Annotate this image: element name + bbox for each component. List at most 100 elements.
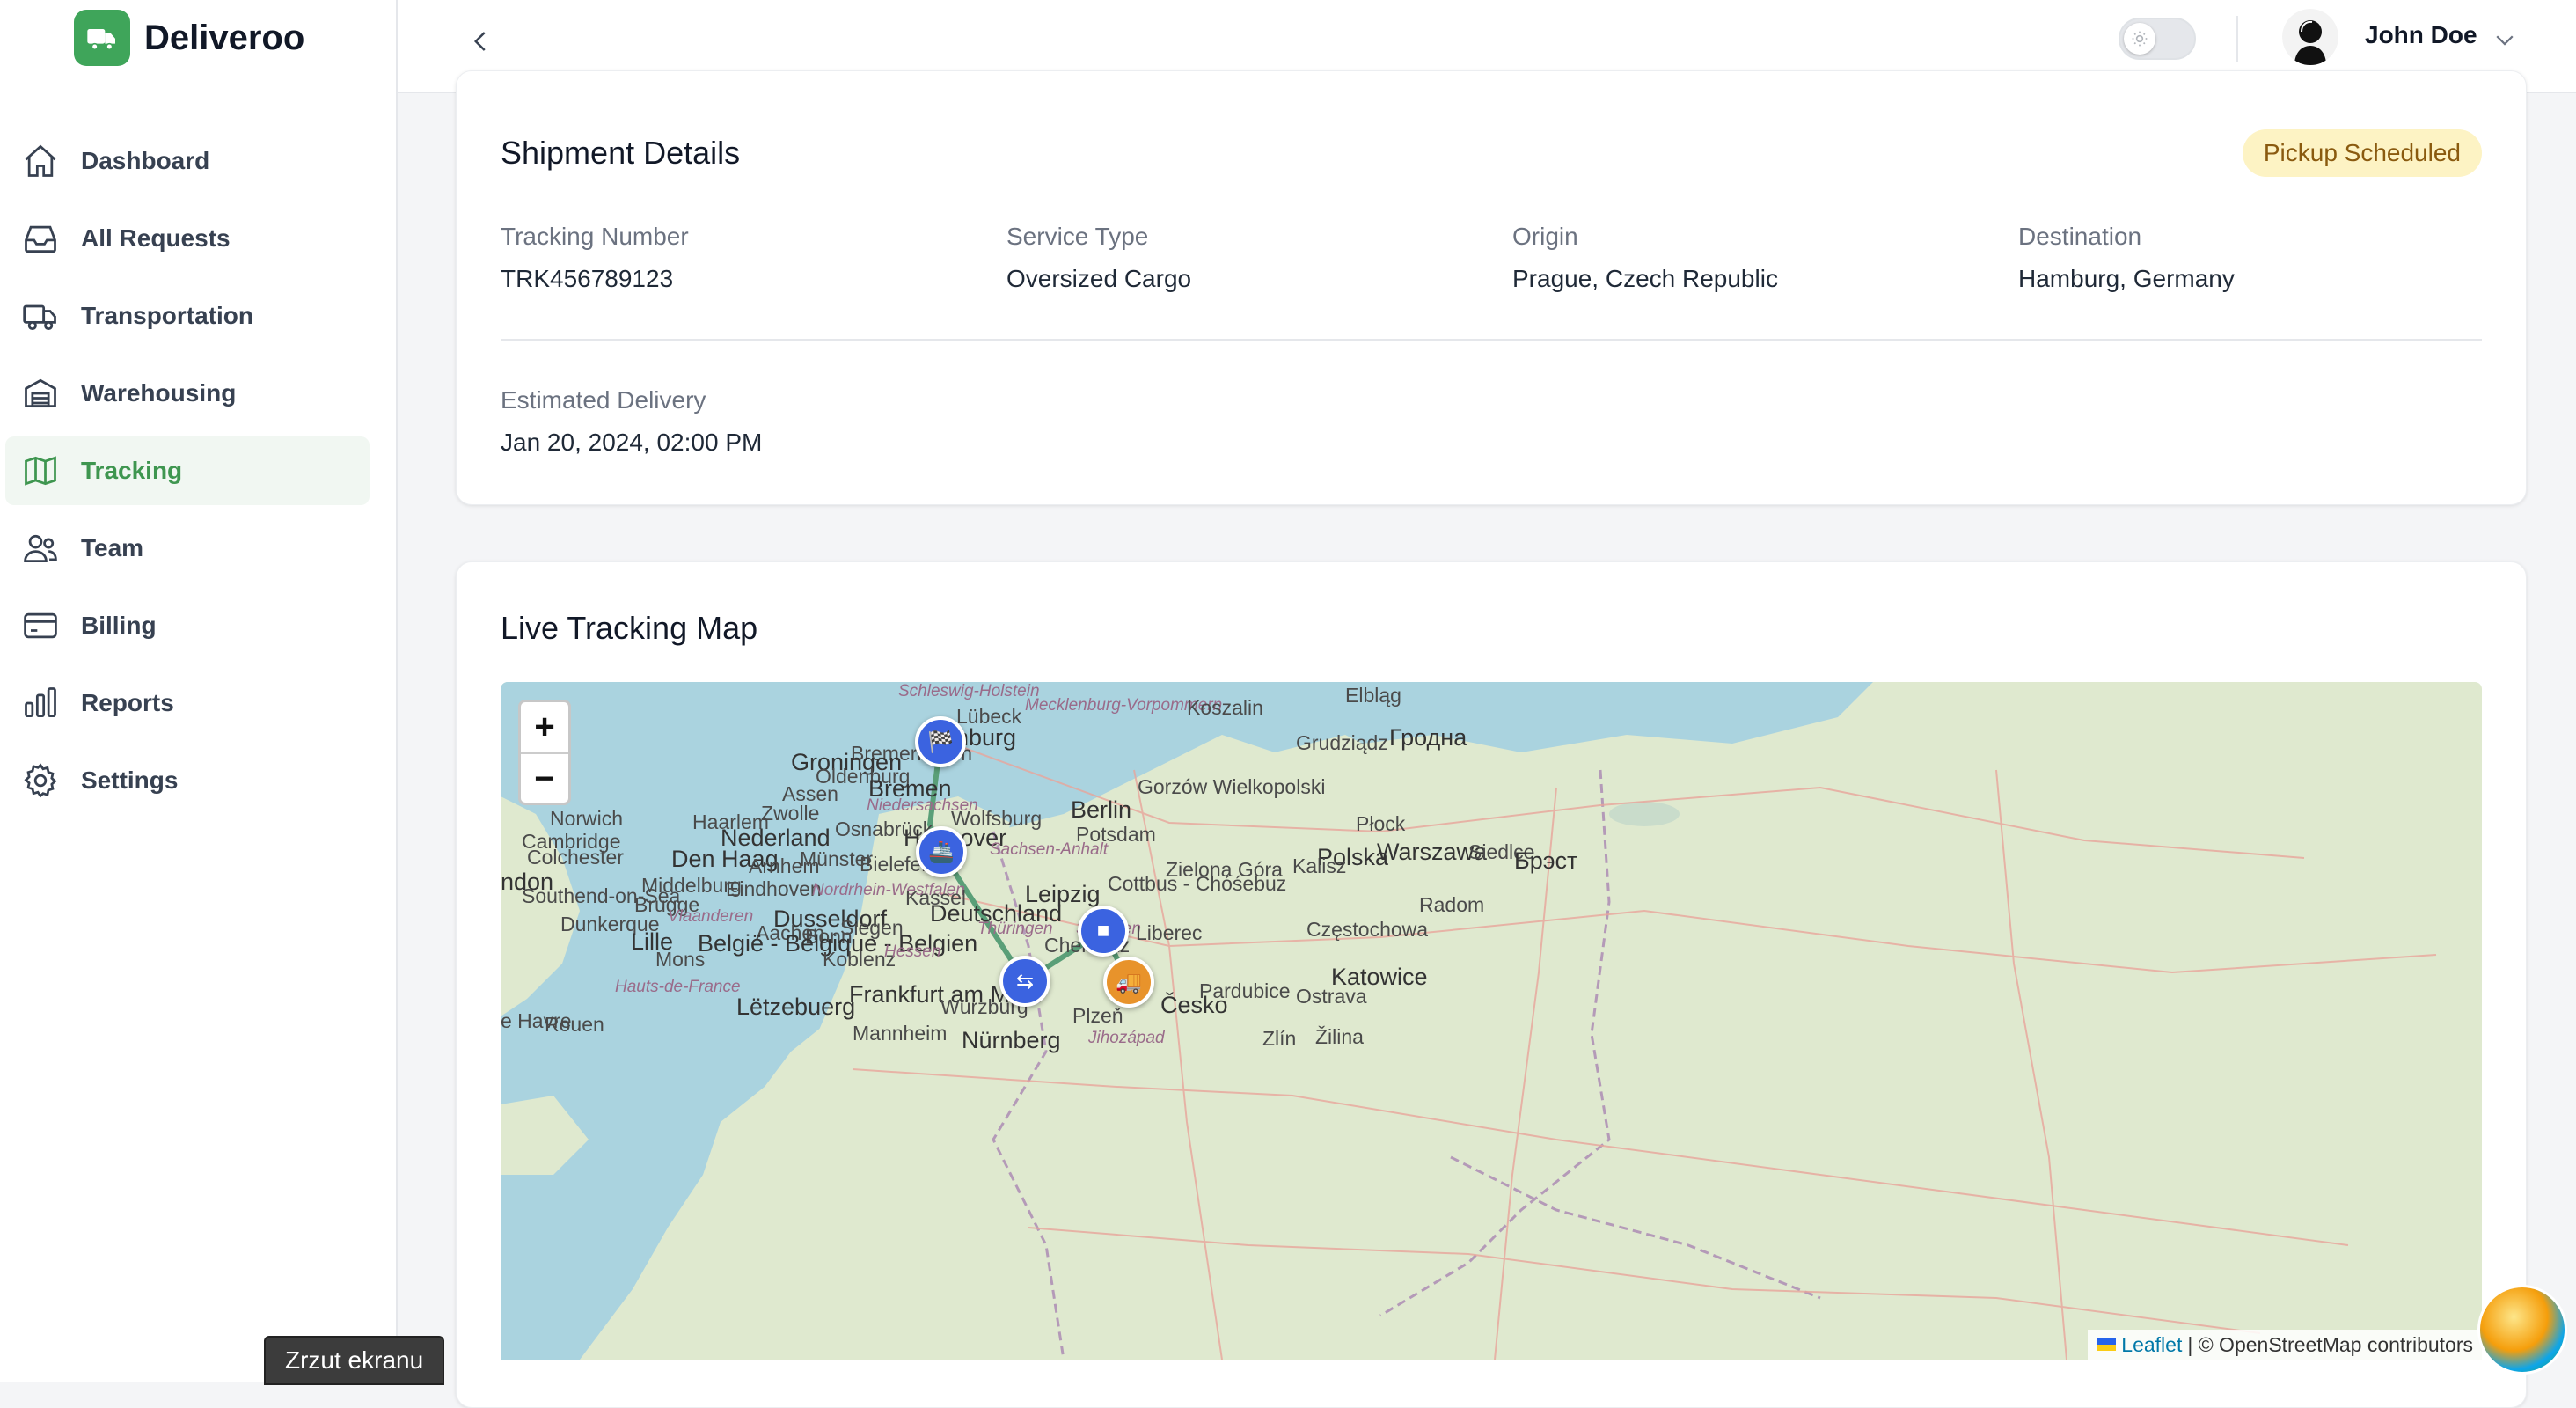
chevron-down-icon[interactable] xyxy=(2492,26,2518,53)
map-label: Vlaanderen xyxy=(668,907,754,926)
truck-icon xyxy=(23,304,56,331)
service-type-value: Oversized Cargo xyxy=(1006,265,1192,292)
pickup-marker[interactable]: ■ xyxy=(1078,906,1129,957)
map-label: Cottbus - Chóśebuz xyxy=(1108,872,1287,895)
map-label: Sachsen-Anhalt xyxy=(990,840,1109,859)
map-label: Norwich xyxy=(550,807,624,830)
current-truck-marker[interactable]: 🚚 xyxy=(1103,957,1154,1008)
sidebar-item-label: Billing xyxy=(81,612,157,639)
sidebar-item-label: Transportation xyxy=(81,302,254,329)
ship-marker[interactable]: 🚢 xyxy=(916,826,967,877)
brand[interactable]: Deliveroo xyxy=(74,9,304,67)
sidebar-item-warehousing[interactable]: Warehousing xyxy=(5,359,370,428)
map-label: Płock xyxy=(1356,812,1406,835)
theme-toggle[interactable] xyxy=(2119,18,2196,60)
sidebar-item-label: Warehousing xyxy=(81,379,237,407)
service-type-label: Service Type xyxy=(1006,223,1149,250)
sidebar-item-label: Dashboard xyxy=(81,147,210,174)
sidebar-item-reports[interactable]: Reports xyxy=(5,669,370,737)
map-label: Radom xyxy=(1419,893,1485,916)
map-label: Grudziądz xyxy=(1296,731,1388,754)
tracking-map[interactable]: Schleswig-Holstein Lübeck Mecklenburg-Vo… xyxy=(501,682,2482,1360)
sidebar-item-label: Reports xyxy=(81,689,174,716)
map-label: Hauts-de-France xyxy=(615,978,741,996)
bar-chart-icon xyxy=(25,687,56,718)
map-label: Nürnberg xyxy=(962,1027,1061,1053)
sidebar-item-label: All Requests xyxy=(81,224,231,252)
estimated-delivery-label: Estimated Delivery xyxy=(501,386,706,414)
back-button[interactable] xyxy=(459,19,503,63)
map-label: Schleswig-Holstein xyxy=(898,682,1040,700)
sidebar-item-settings[interactable]: Settings xyxy=(5,746,370,815)
map-label: Žilina xyxy=(1315,1025,1364,1048)
status-badge: Pickup Scheduled xyxy=(2242,129,2482,177)
map-label: Брэст xyxy=(1514,847,1578,874)
sidebar-nav: Dashboard All Requests Transportation Wa… xyxy=(5,127,370,824)
screenshot-tooltip: Zrzut ekranu xyxy=(264,1336,445,1385)
header-divider xyxy=(2236,16,2238,62)
sidebar-item-transportation[interactable]: Transportation xyxy=(5,282,370,350)
osm-attribution[interactable]: | © OpenStreetMap contributors xyxy=(2187,1333,2473,1357)
origin-label: Origin xyxy=(1512,223,1578,250)
sidebar-item-label: Tracking xyxy=(81,457,183,484)
map-label: Koszalin xyxy=(1187,696,1263,719)
map-label: Mons xyxy=(655,948,706,971)
map-label: Elbląg xyxy=(1345,684,1401,707)
sidebar-item-tracking[interactable]: Tracking xyxy=(5,436,370,505)
gear-icon xyxy=(24,763,57,798)
map-attribution: Leaflet | © OpenStreetMap contributors xyxy=(2088,1330,2482,1360)
inbox-icon xyxy=(25,225,56,253)
map-label: Česko xyxy=(1160,992,1228,1018)
truck-logo-icon xyxy=(74,10,130,66)
shipment-details-title: Shipment Details xyxy=(501,135,741,171)
zoom-out-button[interactable]: − xyxy=(521,752,568,804)
map-label: Lëtzebuerg xyxy=(736,994,856,1020)
beach-ball-icon[interactable] xyxy=(2477,1285,2567,1375)
map-label: Plzeň xyxy=(1072,1004,1123,1027)
map-label: Jihozápad xyxy=(1088,1029,1165,1047)
shipment-details-card: Shipment Details Pickup Scheduled Tracki… xyxy=(456,70,2527,505)
map-label: Гродна xyxy=(1389,724,1467,751)
map-label: Mannheim xyxy=(853,1022,948,1045)
details-divider xyxy=(501,339,2482,341)
map-label: Thüringen xyxy=(977,920,1053,938)
live-tracking-map-title: Live Tracking Map xyxy=(501,610,758,646)
warehouse-icon xyxy=(25,378,56,408)
tracking-number-label: Tracking Number xyxy=(501,223,689,250)
sidebar-item-all-requests[interactable]: All Requests xyxy=(5,204,370,273)
users-icon xyxy=(24,534,57,563)
ukraine-flag-icon xyxy=(2097,1338,2117,1351)
map-label: Częstochowa xyxy=(1306,918,1429,941)
sidebar-item-label: Settings xyxy=(81,766,179,794)
chevron-left-icon xyxy=(473,32,486,51)
destination-flag-marker[interactable]: 🏁 xyxy=(915,716,966,767)
map-label: Hessen xyxy=(884,942,941,961)
map-label: Gorzów Wielkopolski xyxy=(1138,775,1326,798)
map-label: Colchester xyxy=(527,846,624,869)
credit-card-icon xyxy=(24,612,57,639)
map-label: Arnhem xyxy=(749,854,820,877)
sidebar-item-label: Team xyxy=(81,534,144,561)
leaflet-link[interactable]: Leaflet xyxy=(2121,1333,2182,1357)
map-label: Liberec xyxy=(1136,921,1203,944)
origin-value: Prague, Czech Republic xyxy=(1512,265,1778,292)
sidebar: Deliveroo Dashboard All Requests Transpo… xyxy=(0,0,398,1382)
sun-icon xyxy=(2124,23,2155,55)
forklift-marker[interactable]: ⇆ xyxy=(999,956,1050,1007)
sidebar-item-dashboard[interactable]: Dashboard xyxy=(5,127,370,195)
sidebar-item-billing[interactable]: Billing xyxy=(5,591,370,660)
avatar[interactable] xyxy=(2282,9,2338,65)
destination-label: Destination xyxy=(2018,223,2142,250)
zoom-in-button[interactable]: + xyxy=(521,702,568,752)
tracking-number-value: TRK456789123 xyxy=(501,265,674,292)
map-label: Berlin xyxy=(1071,796,1132,823)
user-name[interactable]: John Doe xyxy=(2365,21,2477,49)
map-label: Zlín xyxy=(1262,1027,1297,1050)
brand-name: Deliveroo xyxy=(144,18,305,57)
map-icon xyxy=(25,456,56,486)
sidebar-item-team[interactable]: Team xyxy=(5,514,370,583)
map-label: Zwolle xyxy=(761,802,820,825)
destination-value: Hamburg, Germany xyxy=(2018,265,2235,292)
estimated-delivery-value: Jan 20, 2024, 02:00 PM xyxy=(501,429,763,456)
zoom-control: + − xyxy=(518,700,571,805)
